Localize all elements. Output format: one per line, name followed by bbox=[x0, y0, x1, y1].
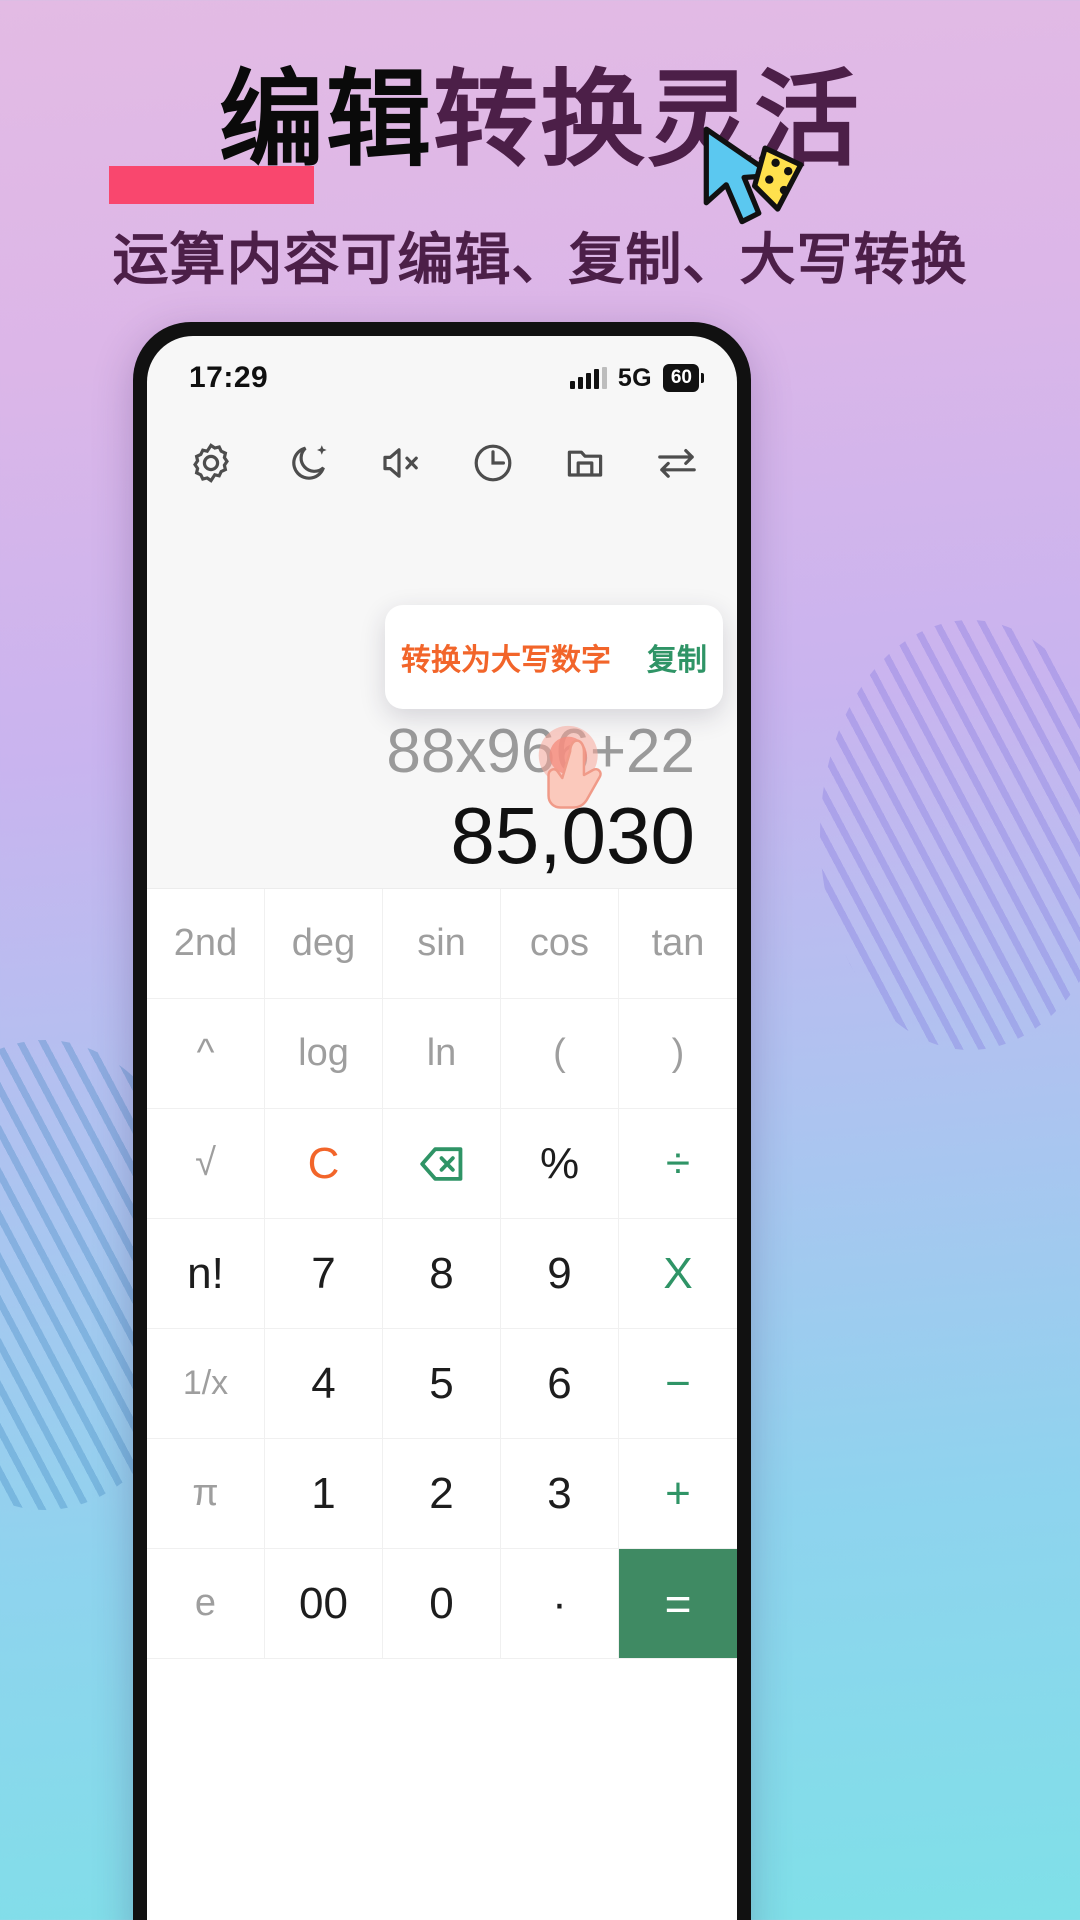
key-c[interactable]: C bbox=[265, 1109, 383, 1219]
phone-mockup: 17:29 5G 60 转换为大写数字 复制 85,030 2nd deg si… bbox=[133, 322, 751, 1920]
key-label: sin bbox=[417, 922, 466, 964]
calculator-keypad: 2nd deg sin cos tan ^ log ln () √ C% ÷ n! 7 8 9 X 1/x 4 5 6 −… bbox=[147, 888, 737, 1920]
app-toolbar bbox=[147, 408, 737, 500]
key-label: π bbox=[192, 1472, 219, 1514]
key-3[interactable]: 3 bbox=[501, 1439, 619, 1549]
key-label: 7 bbox=[311, 1248, 336, 1298]
key-e[interactable]: e bbox=[147, 1549, 265, 1659]
key-backspace-icon[interactable] bbox=[383, 1109, 501, 1219]
moon-icon[interactable] bbox=[285, 439, 333, 487]
key-7[interactable]: 7 bbox=[265, 1219, 383, 1329]
key-8[interactable]: 8 bbox=[383, 1219, 501, 1329]
speaker-mute-icon[interactable] bbox=[377, 439, 425, 487]
key-sin[interactable]: sin bbox=[383, 889, 501, 999]
key-label: 00 bbox=[299, 1578, 348, 1628]
key-deg[interactable]: deg bbox=[265, 889, 383, 999]
key-6[interactable]: 6 bbox=[501, 1329, 619, 1439]
network-type-label: 5G bbox=[617, 363, 652, 392]
status-indicators: 5G 60 bbox=[569, 363, 705, 393]
key-label: ln bbox=[426, 1032, 457, 1074]
key-label: 1 bbox=[311, 1468, 336, 1518]
signal-strength-icon bbox=[569, 367, 607, 389]
status-time: 17:29 bbox=[189, 361, 269, 394]
key-[interactable]: π bbox=[147, 1439, 265, 1549]
key-label: e bbox=[194, 1582, 217, 1624]
calculator-display: 转换为大写数字 复制 88x966+22 85,030 bbox=[147, 500, 737, 890]
key-1[interactable]: 1 bbox=[265, 1439, 383, 1549]
key-label: · bbox=[552, 1578, 567, 1628]
key-label: ) bbox=[671, 1032, 685, 1074]
key-[interactable]: = bbox=[619, 1549, 737, 1659]
key-label: log bbox=[298, 1032, 349, 1074]
context-menu: 转换为大写数字 复制 bbox=[385, 605, 723, 709]
key-[interactable]: % bbox=[501, 1109, 619, 1219]
headline-part-black: 编辑 bbox=[218, 62, 433, 179]
key-label: − bbox=[665, 1358, 691, 1408]
key-[interactable]: √ bbox=[147, 1109, 265, 1219]
key-ln[interactable]: ln bbox=[383, 999, 501, 1109]
key-label: ÷ bbox=[665, 1138, 691, 1188]
key-[interactable]: ) bbox=[619, 999, 737, 1109]
status-bar: 17:29 5G 60 bbox=[147, 336, 737, 408]
key-[interactable]: · bbox=[501, 1549, 619, 1659]
key-2nd[interactable]: 2nd bbox=[147, 889, 265, 999]
key-label: ( bbox=[553, 1032, 566, 1074]
key-label: 8 bbox=[429, 1248, 454, 1298]
key-label: 3 bbox=[547, 1468, 572, 1518]
key-label: 1/x bbox=[182, 1364, 229, 1402]
key-5[interactable]: 5 bbox=[383, 1329, 501, 1439]
key-label: tan bbox=[651, 922, 705, 964]
key-label: + bbox=[665, 1468, 691, 1518]
key-00[interactable]: 00 bbox=[265, 1549, 383, 1659]
key-label: = bbox=[664, 1577, 692, 1630]
key-label: 2nd bbox=[173, 922, 238, 964]
key-[interactable]: ÷ bbox=[619, 1109, 737, 1219]
key-0[interactable]: 0 bbox=[383, 1549, 501, 1659]
key-label: % bbox=[539, 1138, 580, 1188]
key-4[interactable]: 4 bbox=[265, 1329, 383, 1439]
key-[interactable]: ( bbox=[501, 999, 619, 1109]
gear-icon[interactable] bbox=[187, 439, 235, 487]
clock-icon[interactable] bbox=[469, 439, 517, 487]
key-log[interactable]: log bbox=[265, 999, 383, 1109]
key-label: ^ bbox=[196, 1032, 215, 1074]
key-label: 4 bbox=[311, 1358, 336, 1408]
key-[interactable]: − bbox=[619, 1329, 737, 1439]
key-label: √ bbox=[195, 1142, 216, 1184]
key-1-x[interactable]: 1/x bbox=[147, 1329, 265, 1439]
key-label: n! bbox=[187, 1248, 224, 1298]
phone-screen: 17:29 5G 60 转换为大写数字 复制 85,030 2nd deg si… bbox=[147, 336, 737, 1920]
key-label: 6 bbox=[547, 1358, 572, 1408]
menu-item-copy[interactable]: 复制 bbox=[647, 635, 707, 679]
tap-gesture-icon bbox=[538, 725, 602, 809]
key-[interactable]: ^ bbox=[147, 999, 265, 1109]
key-label: X bbox=[663, 1248, 693, 1298]
key-[interactable]: + bbox=[619, 1439, 737, 1549]
menu-item-convert-uppercase[interactable]: 转换为大写数字 bbox=[401, 635, 611, 679]
key-label: cos bbox=[529, 922, 590, 964]
key-x[interactable]: X bbox=[619, 1219, 737, 1329]
key-9[interactable]: 9 bbox=[501, 1219, 619, 1329]
key-label: deg bbox=[291, 922, 356, 964]
headline-block: 编辑转换灵活 bbox=[0, 62, 1080, 180]
key-label: 9 bbox=[547, 1248, 572, 1298]
key-label: 0 bbox=[429, 1578, 454, 1628]
folder-icon[interactable] bbox=[561, 439, 609, 487]
battery-indicator: 60 bbox=[662, 364, 705, 392]
key-label: 5 bbox=[429, 1358, 454, 1408]
swap-arrows-icon[interactable] bbox=[653, 439, 701, 487]
page-subtitle: 运算内容可编辑、复制、大写转换 bbox=[112, 230, 968, 292]
key-cos[interactable]: cos bbox=[501, 889, 619, 999]
key-2[interactable]: 2 bbox=[383, 1439, 501, 1549]
key-label: C bbox=[307, 1138, 340, 1188]
key-n[interactable]: n! bbox=[147, 1219, 265, 1329]
decorative-stripes-right bbox=[820, 620, 1080, 1050]
toolbar-actions bbox=[285, 439, 701, 487]
key-label: 2 bbox=[429, 1468, 454, 1518]
key-tan[interactable]: tan bbox=[619, 889, 737, 999]
